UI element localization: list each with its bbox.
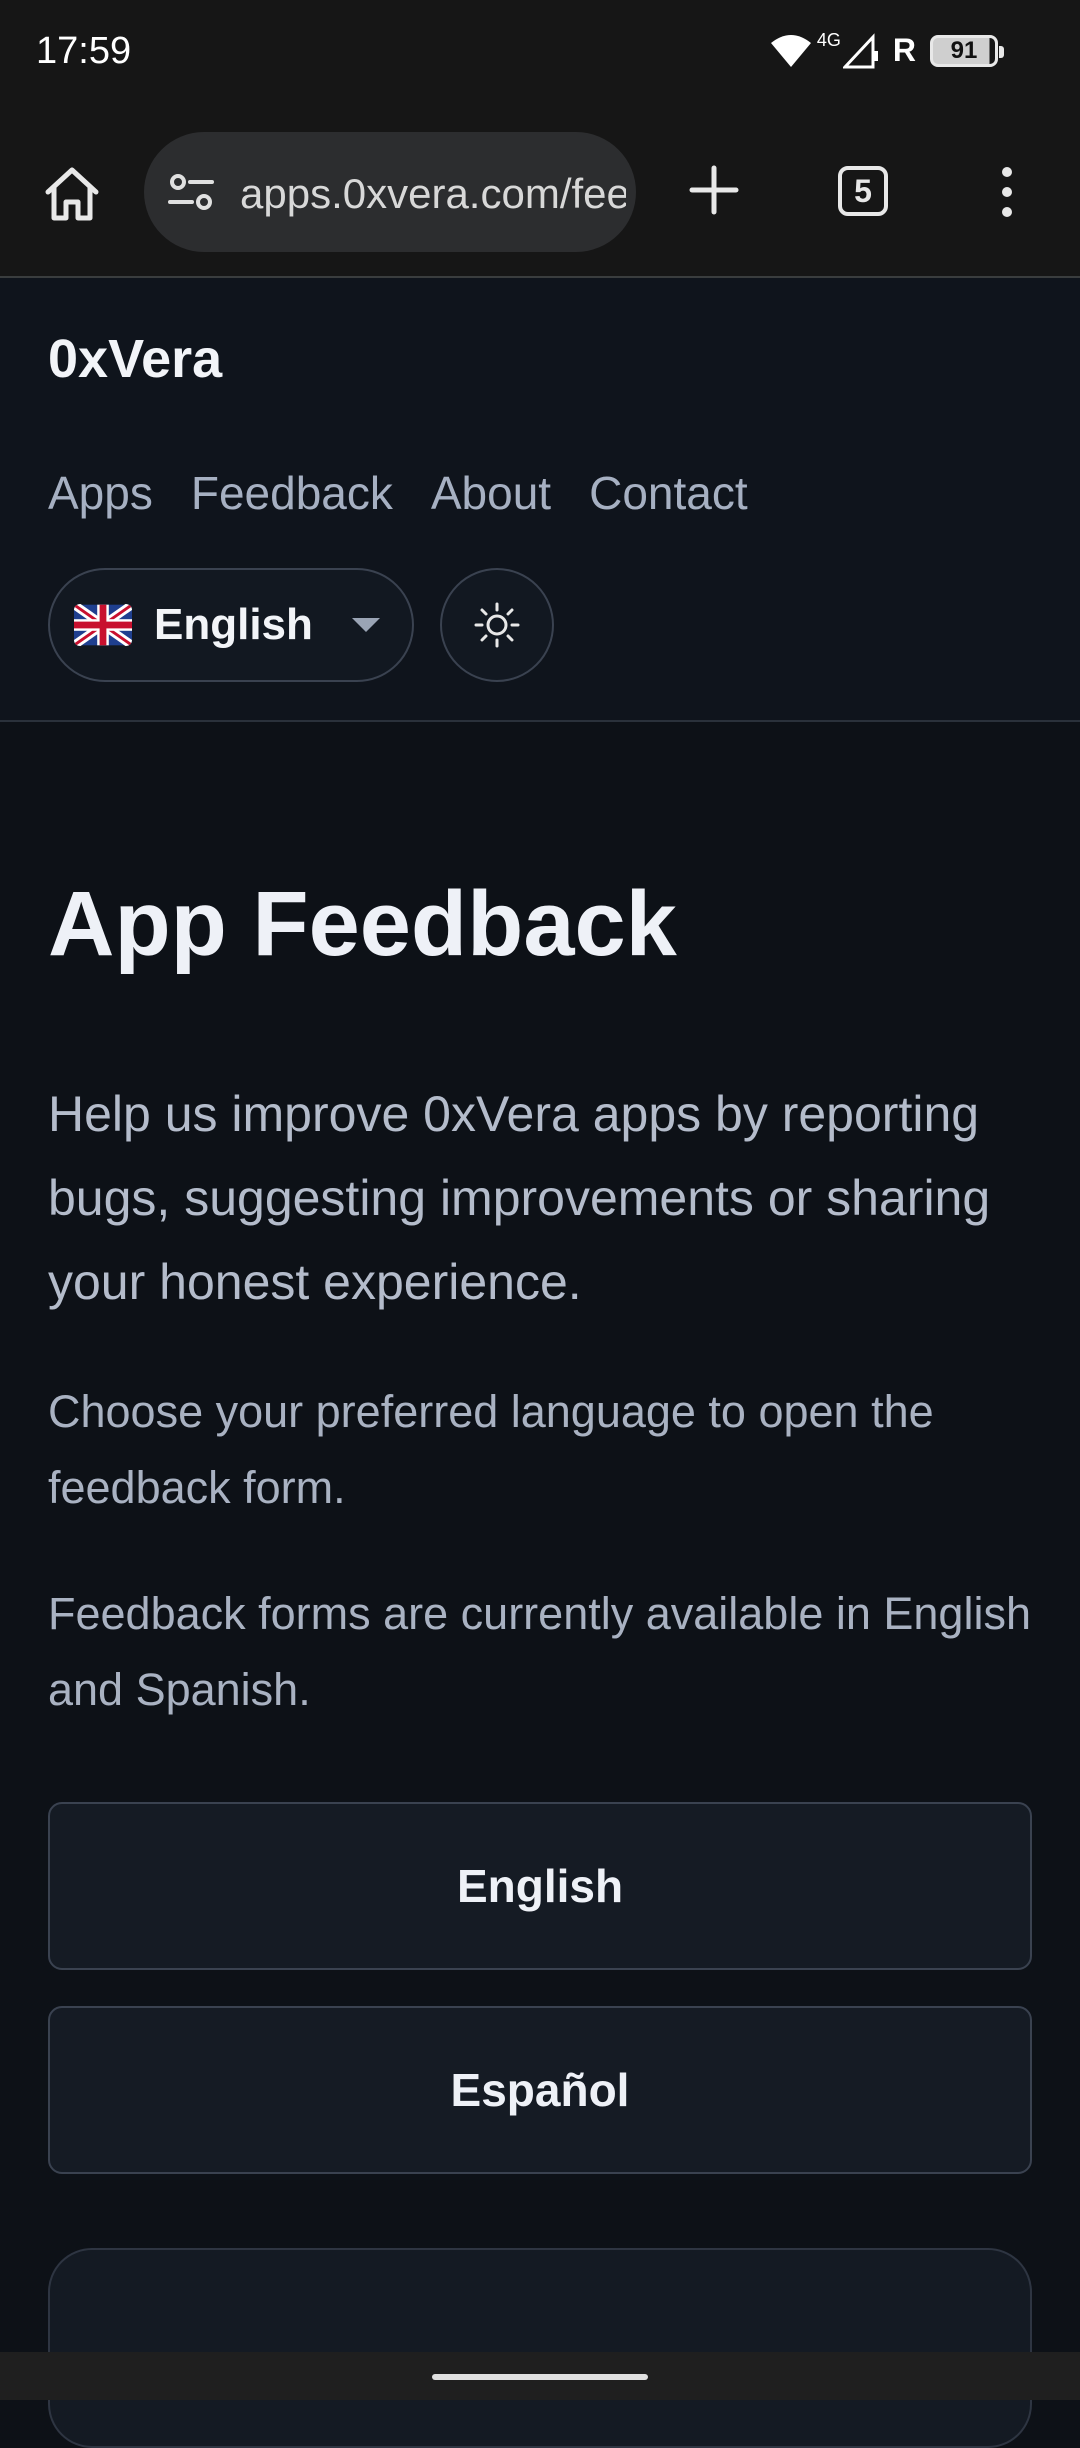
- sun-icon: [474, 602, 520, 648]
- page-title: App Feedback: [48, 873, 677, 975]
- roaming-label: R: [892, 32, 916, 68]
- status-icons: 4G R 91: [769, 30, 1004, 69]
- address-bar[interactable]: apps.0xvera.com/feedback: [144, 132, 636, 252]
- info-card: [48, 2248, 1032, 2448]
- theme-toggle-button[interactable]: [440, 568, 554, 682]
- main-nav: Apps Feedback About Contact: [48, 466, 748, 520]
- chevron-down-icon: [352, 618, 380, 632]
- more-vert-icon[interactable]: [990, 164, 1024, 220]
- status-bar: 17:59 4G R 91: [0, 0, 1080, 110]
- plus-icon[interactable]: [686, 162, 742, 218]
- url-text[interactable]: apps.0xvera.com/feedback: [240, 170, 626, 218]
- gesture-nav-area: [0, 2352, 1080, 2400]
- battery-icon: 91: [930, 34, 1004, 67]
- nav-about[interactable]: About: [431, 466, 551, 520]
- status-time: 17:59: [36, 30, 132, 72]
- english-button[interactable]: English: [48, 1802, 1032, 1970]
- availability-text: Feedback forms are currently available i…: [48, 1588, 1031, 1715]
- home-icon[interactable]: [40, 162, 104, 226]
- nav-apps[interactable]: Apps: [48, 466, 153, 520]
- language-selector-value: English: [154, 600, 313, 649]
- intro-text: Help us improve 0xVera apps by reporting…: [48, 1086, 991, 1310]
- browser-toolbar: apps.0xvera.com/feedback 5: [0, 110, 1080, 278]
- nav-feedback[interactable]: Feedback: [191, 466, 393, 520]
- wifi-icon: [770, 34, 811, 67]
- tab-count: 5: [854, 172, 872, 209]
- tabs-button[interactable]: 5: [838, 166, 888, 216]
- uk-flag-icon: [74, 604, 132, 646]
- site-settings-icon[interactable]: [166, 168, 216, 218]
- network-type-label: 4G: [816, 30, 841, 50]
- signal-icon: [842, 32, 878, 68]
- site-header: 0xVera Apps Feedback About Contact Engli…: [0, 278, 1080, 722]
- choose-language-text: Choose your preferred language to open t…: [48, 1386, 934, 1513]
- brand-logo[interactable]: 0xVera: [48, 328, 222, 390]
- battery-level: 91: [950, 36, 978, 64]
- gesture-handle[interactable]: [432, 2374, 648, 2380]
- language-selector[interactable]: English: [48, 568, 414, 682]
- spanish-button[interactable]: Español: [48, 2006, 1032, 2174]
- nav-contact[interactable]: Contact: [589, 466, 748, 520]
